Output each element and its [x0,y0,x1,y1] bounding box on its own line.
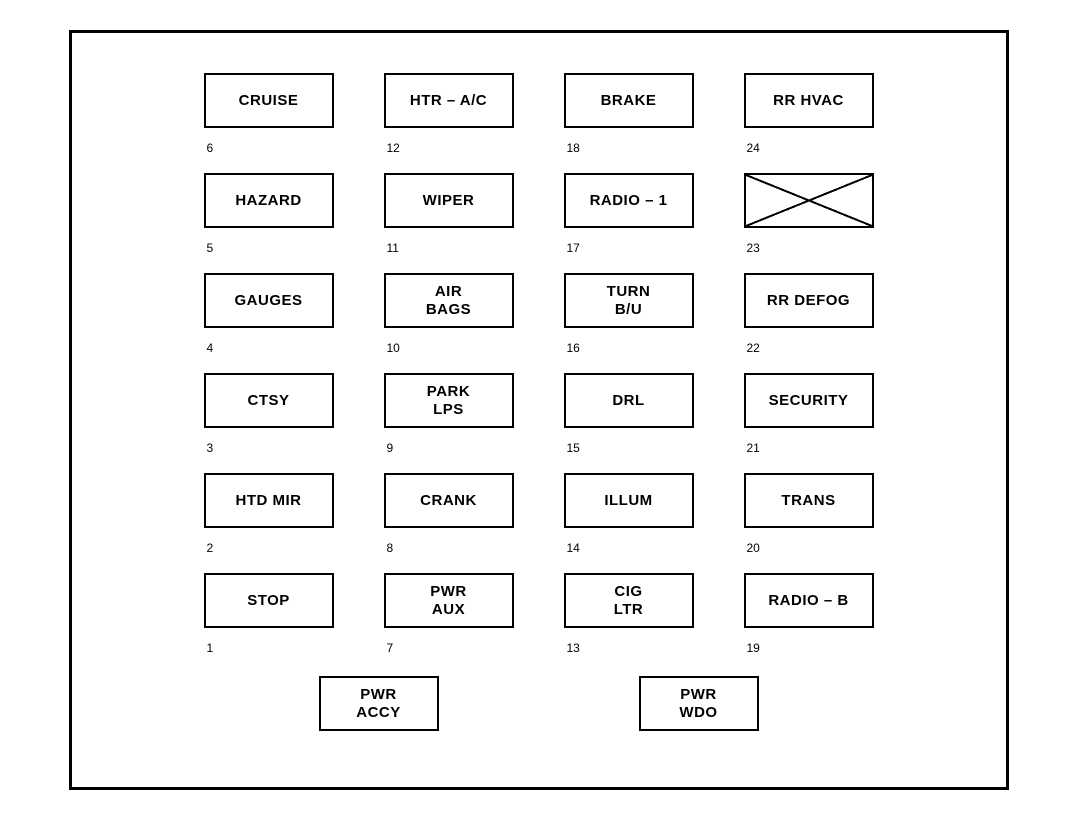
fuse-security: SECURITY [744,373,874,428]
cell-park-lps: PARKLPS 9 [369,363,529,463]
cell-brake: BRAKE 18 [549,63,709,163]
fuse-pwr-wdo: PWRWDO [639,676,759,731]
cell-pwr-wdo: PWRWDO [619,668,779,731]
cell-security: SECURITY 21 [729,363,889,463]
fuse-number-1: 1 [207,641,214,655]
fuse-cruise: CRUISE [204,73,334,128]
fuse-number-19: 19 [747,641,760,655]
cell-cruise: CRUISE 6 [189,63,349,163]
fuse-number-9: 9 [387,441,394,455]
fuse-number-20: 20 [747,541,760,555]
fuse-number-13: 13 [567,641,580,655]
fuse-number-15: 15 [567,441,580,455]
cell-ctsy: CTSY 3 [189,363,349,463]
fuse-illum: ILLUM [564,473,694,528]
cell-illum: ILLUM 14 [549,463,709,563]
cell-radio-b: RADIO – B 19 [729,563,889,663]
fuse-grid: CRUISE 6 HTR – A/C 12 BRAKE 18 RR HVAC 2… [189,63,889,663]
cell-drl: DRL 15 [549,363,709,463]
fuse-cig-ltr: CIGLTR [564,573,694,628]
bottom-fuses-row: PWRACCY PWRWDO [219,668,859,731]
cell-rr-defog: RR DEFOG 22 [729,263,889,363]
cell-radio1: RADIO – 1 17 [549,163,709,263]
fuse-radio1: RADIO – 1 [564,173,694,228]
fuse-diagram: CRUISE 6 HTR – A/C 12 BRAKE 18 RR HVAC 2… [69,30,1009,790]
fuse-number-10: 10 [387,341,400,355]
fuse-number-7: 7 [387,641,394,655]
cell-htd-mir: HTD MIR 2 [189,463,349,563]
fuse-number-23: 23 [747,241,760,255]
fuse-x [744,173,874,228]
fuse-number-16: 16 [567,341,580,355]
fuse-rr-defog: RR DEFOG [744,273,874,328]
cell-stop: STOP 1 [189,563,349,663]
cell-htr-ac: HTR – A/C 12 [369,63,529,163]
fuse-brake: BRAKE [564,73,694,128]
fuse-ctsy: CTSY [204,373,334,428]
cell-pwr-aux: PWRAUX 7 [369,563,529,663]
fuse-pwr-accy: PWRACCY [319,676,439,731]
fuse-number-2: 2 [207,541,214,555]
cell-gauges: GAUGES 4 [189,263,349,363]
cell-hazard: HAZARD 5 [189,163,349,263]
cell-pwr-accy: PWRACCY [299,668,459,731]
fuse-park-lps: PARKLPS [384,373,514,428]
cell-wiper: WIPER 11 [369,163,529,263]
fuse-air-bags: AIRBAGS [384,273,514,328]
fuse-hazard: HAZARD [204,173,334,228]
fuse-number-24: 24 [747,141,760,155]
fuse-htd-mir: HTD MIR [204,473,334,528]
fuse-rr-hvac: RR HVAC [744,73,874,128]
fuse-trans: TRANS [744,473,874,528]
cell-rr-hvac: RR HVAC 24 [729,63,889,163]
fuse-number-12: 12 [387,141,400,155]
fuse-htr-ac: HTR – A/C [384,73,514,128]
fuse-radio-b: RADIO – B [744,573,874,628]
cell-crank: CRANK 8 [369,463,529,563]
fuse-gauges: GAUGES [204,273,334,328]
fuse-number-14: 14 [567,541,580,555]
cell-trans: TRANS 20 [729,463,889,563]
fuse-number-22: 22 [747,341,760,355]
cell-air-bags: AIRBAGS 10 [369,263,529,363]
fuse-number-21: 21 [747,441,760,455]
fuse-number-6: 6 [207,141,214,155]
fuse-number-8: 8 [387,541,394,555]
fuse-wiper: WIPER [384,173,514,228]
fuse-turn-bu: TURNB/U [564,273,694,328]
fuse-crank: CRANK [384,473,514,528]
fuse-number-11: 11 [387,241,399,255]
fuse-number-4: 4 [207,341,214,355]
cell-x: 23 [729,163,889,263]
cell-turn-bu: TURNB/U 16 [549,263,709,363]
fuse-number-18: 18 [567,141,580,155]
fuse-pwr-aux: PWRAUX [384,573,514,628]
fuse-number-5: 5 [207,241,214,255]
fuse-number-3: 3 [207,441,214,455]
fuse-stop: STOP [204,573,334,628]
fuse-number-17: 17 [567,241,580,255]
cell-cig-ltr: CIGLTR 13 [549,563,709,663]
fuse-drl: DRL [564,373,694,428]
